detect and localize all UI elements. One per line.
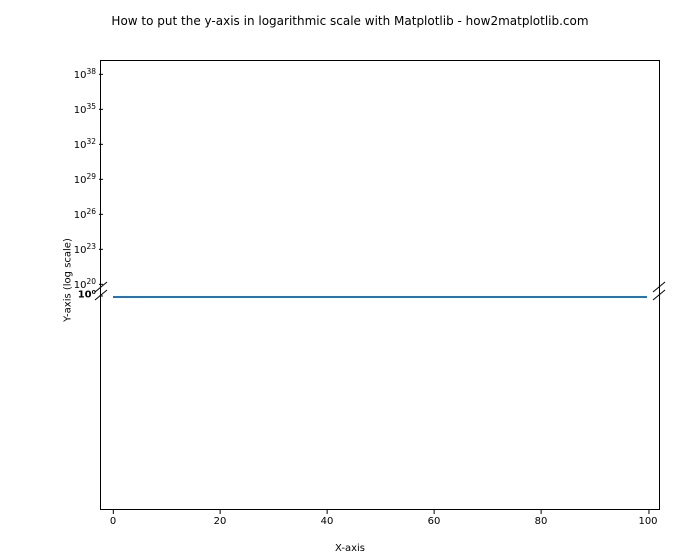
y-tick: 1026: [74, 207, 96, 221]
x-tick: 40: [321, 516, 334, 527]
y-tick: 1035: [74, 102, 96, 116]
line-series-1: [113, 296, 647, 298]
x-tick-label: 100: [638, 516, 657, 527]
x-tick: 0: [110, 516, 116, 527]
axis-break-left-upper: [94, 280, 108, 294]
axis-break-right-lower: [652, 288, 666, 302]
x-tick: 80: [535, 516, 548, 527]
y-tick: 1029: [74, 172, 96, 186]
x-tick-label: 60: [428, 516, 441, 527]
x-tick: 60: [428, 516, 441, 527]
x-tick-label: 0: [110, 516, 116, 527]
chart-title: How to put the y-axis in logarithmic sca…: [0, 14, 700, 28]
x-tick: 20: [214, 516, 227, 527]
axis-break-right-upper: [652, 280, 666, 294]
x-axis-label: X-axis: [0, 543, 700, 554]
x-tick-label: 20: [214, 516, 227, 527]
x-tick-label: 80: [535, 516, 548, 527]
y-tick: 1023: [74, 242, 96, 256]
y-axis-label: Y-axis (log scale): [62, 238, 73, 322]
x-tick: 100: [638, 516, 657, 527]
axes-area: [100, 60, 660, 510]
figure: How to put the y-axis in logarithmic sca…: [0, 0, 700, 560]
y-tick-break-low: 10⁰: [78, 290, 96, 301]
y-tick: 1032: [74, 137, 96, 151]
x-tick-label: 40: [321, 516, 334, 527]
y-tick: 1038: [74, 67, 96, 81]
